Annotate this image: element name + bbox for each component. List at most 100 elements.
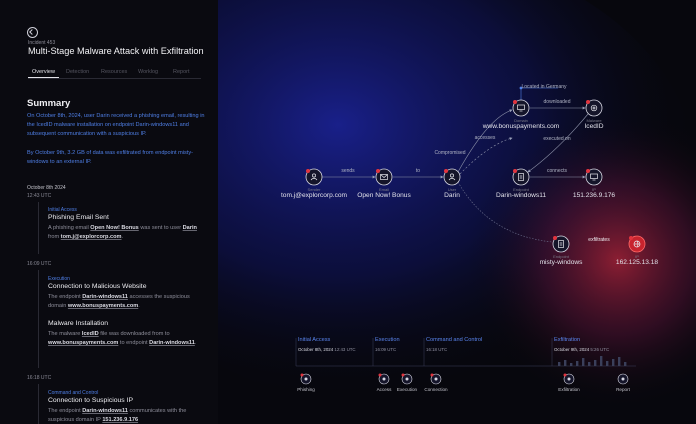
- node-name-label[interactable]: Darin: [444, 192, 460, 199]
- upload-icon[interactable]: [563, 373, 575, 385]
- phase-datetime: 16:09 UTC: [375, 347, 396, 352]
- timeline-icon-label: Connection: [424, 387, 448, 392]
- summary-paragraph-1: On October 8th, 2024, user Darin receive…: [27, 113, 205, 137]
- graph-node-domain[interactable]: [512, 99, 530, 117]
- graph-node-ip2[interactable]: [628, 235, 646, 253]
- graph-node-email[interactable]: [375, 168, 393, 186]
- node-name-label[interactable]: IcedID: [584, 123, 603, 130]
- activity-bar: [612, 359, 615, 366]
- event-category: Execution: [48, 276, 70, 282]
- event-category: Initial Access: [48, 207, 77, 213]
- edge-label: sends: [341, 168, 355, 174]
- graph-node-ip1[interactable]: [585, 168, 603, 186]
- event-body: A phishing email Open Now! Bonus was sen…: [48, 225, 197, 240]
- tab-detection[interactable]: Detection: [66, 69, 89, 75]
- tab-resources[interactable]: Resources: [101, 69, 127, 75]
- node-name-label[interactable]: 151.236.9.176: [573, 192, 615, 199]
- entity-link[interactable]: IcedID: [82, 331, 99, 337]
- alert-dot-icon: [629, 236, 633, 240]
- alert-dot-icon: [553, 236, 557, 240]
- timeline-time: 12:43 UTC: [27, 193, 52, 199]
- timeline-icon-label: Phishing: [297, 387, 315, 392]
- alert-dot-icon: [444, 169, 448, 173]
- activity-bar: [576, 361, 579, 366]
- graph-node-endpoint2[interactable]: [552, 235, 570, 253]
- graph-canvas: [218, 0, 696, 424]
- timeline-date: October 8th 2024: [27, 185, 66, 191]
- timeline-time: 16:09 UTC: [27, 261, 52, 267]
- phase-date: October 9th, 2024: [554, 347, 591, 352]
- entity-link[interactable]: Darin-windows11: [82, 294, 128, 300]
- entity-link[interactable]: tom.j@explorcorp.com: [61, 234, 122, 240]
- timeline-icon-label: Exfiltration: [558, 387, 580, 392]
- edge-label: Compromised: [434, 150, 466, 156]
- node-name-label[interactable]: misty-windows: [540, 259, 583, 266]
- phase-time: 16:18 UTC: [426, 347, 448, 352]
- activity-bar: [600, 356, 603, 366]
- summary-paragraph-2: By October 9th, 3.2 GB of data was exfil…: [27, 150, 194, 165]
- event-body: The endpoint Darin-windows11 accesses th…: [48, 294, 190, 309]
- back-arrow-icon[interactable]: [27, 27, 38, 38]
- left-panel: Incident 453 Multi-Stage Malware Attack …: [0, 0, 218, 424]
- timeline-time: 16:18 UTC: [27, 375, 52, 381]
- activity-bar: [582, 358, 585, 366]
- node-name-label[interactable]: 162.125.13.18: [616, 259, 658, 266]
- node-name-label[interactable]: Darin-windows11: [496, 192, 546, 199]
- event-body: The malware IcedID file was downloaded f…: [48, 331, 197, 346]
- node-name-label[interactable]: tom.j@explorcorp.com: [281, 192, 347, 199]
- activity-bar: [588, 362, 591, 366]
- phase-name[interactable]: Command and Control: [426, 337, 482, 343]
- entity-link[interactable]: www.bonuspayments.com: [68, 303, 138, 309]
- entity-link[interactable]: www.bonuspayments.com: [48, 340, 118, 346]
- incident-title: Multi-Stage Malware Attack with Exfiltra…: [28, 46, 204, 56]
- edge-label: accesses: [474, 135, 496, 141]
- gear-icon[interactable]: [401, 373, 413, 385]
- phase-time: 12:43 UTC: [334, 347, 356, 352]
- event-category: Command and Control: [48, 390, 99, 396]
- tab-overview[interactable]: Overview: [28, 69, 59, 78]
- phase-datetime: October 8th, 2024 12:43 UTC: [298, 347, 356, 352]
- graph-node-sender[interactable]: [305, 168, 323, 186]
- report-icon[interactable]: [617, 373, 629, 385]
- edge-label: connects: [546, 168, 568, 174]
- entity-link[interactable]: 151.236.9.176: [102, 417, 138, 423]
- entity-link[interactable]: Darin-windows11: [149, 340, 195, 346]
- event-title: Connection to Suspicious IP: [48, 397, 134, 404]
- event-title: Connection to Malicious Website: [48, 283, 147, 290]
- entity-link[interactable]: Darin-windows11: [82, 408, 128, 414]
- phishing-icon[interactable]: [300, 373, 312, 385]
- alert-dot-icon: [513, 169, 517, 173]
- attack-graph: Sender tom.j@explorcorp.com Email Open Now!…: [218, 0, 696, 424]
- timeline-line: [38, 270, 39, 368]
- timeline-icon-label: Report: [616, 387, 630, 392]
- node-name-label[interactable]: www.bonuspayments.com: [483, 123, 560, 130]
- alert-dot-icon: [376, 169, 380, 173]
- phase-name[interactable]: Execution: [375, 337, 400, 343]
- alert-dot-icon: [306, 169, 310, 173]
- phase-name[interactable]: Initial Access: [298, 337, 330, 343]
- edge-label: exfiltrates: [588, 237, 610, 243]
- entity-link[interactable]: Darin: [183, 225, 197, 231]
- summary-heading: Summary: [27, 98, 71, 109]
- edge-label: to: [415, 168, 421, 174]
- monitor-icon[interactable]: [430, 373, 442, 385]
- graph-node-malware[interactable]: [585, 99, 603, 117]
- tab-worklog[interactable]: Worklog: [138, 69, 158, 75]
- alert-dot-icon: [586, 100, 590, 104]
- cursor-icon[interactable]: [378, 373, 390, 385]
- timeline-icon-label: Access: [376, 387, 392, 392]
- timeline-line: [38, 384, 39, 424]
- tab-bar: Overview Detection Resources Worklog Rep…: [28, 68, 201, 79]
- event-title: Malware Installation: [48, 320, 109, 327]
- node-name-label[interactable]: Open Now! Bonus: [357, 192, 411, 199]
- graph-node-user[interactable]: [443, 168, 461, 186]
- activity-bar: [624, 362, 627, 366]
- entity-link[interactable]: Open Now! Bonus: [90, 225, 138, 231]
- graph-node-endpoint1[interactable]: [512, 168, 530, 186]
- phase-datetime: 16:18 UTC: [426, 347, 447, 352]
- event-title: Phishing Email Sent: [48, 214, 109, 221]
- phase-name[interactable]: Exfiltration: [554, 337, 580, 343]
- edge-label: executed on: [543, 136, 571, 142]
- location-annotation: Located in Germany: [521, 84, 567, 90]
- tab-report[interactable]: Report: [173, 69, 190, 75]
